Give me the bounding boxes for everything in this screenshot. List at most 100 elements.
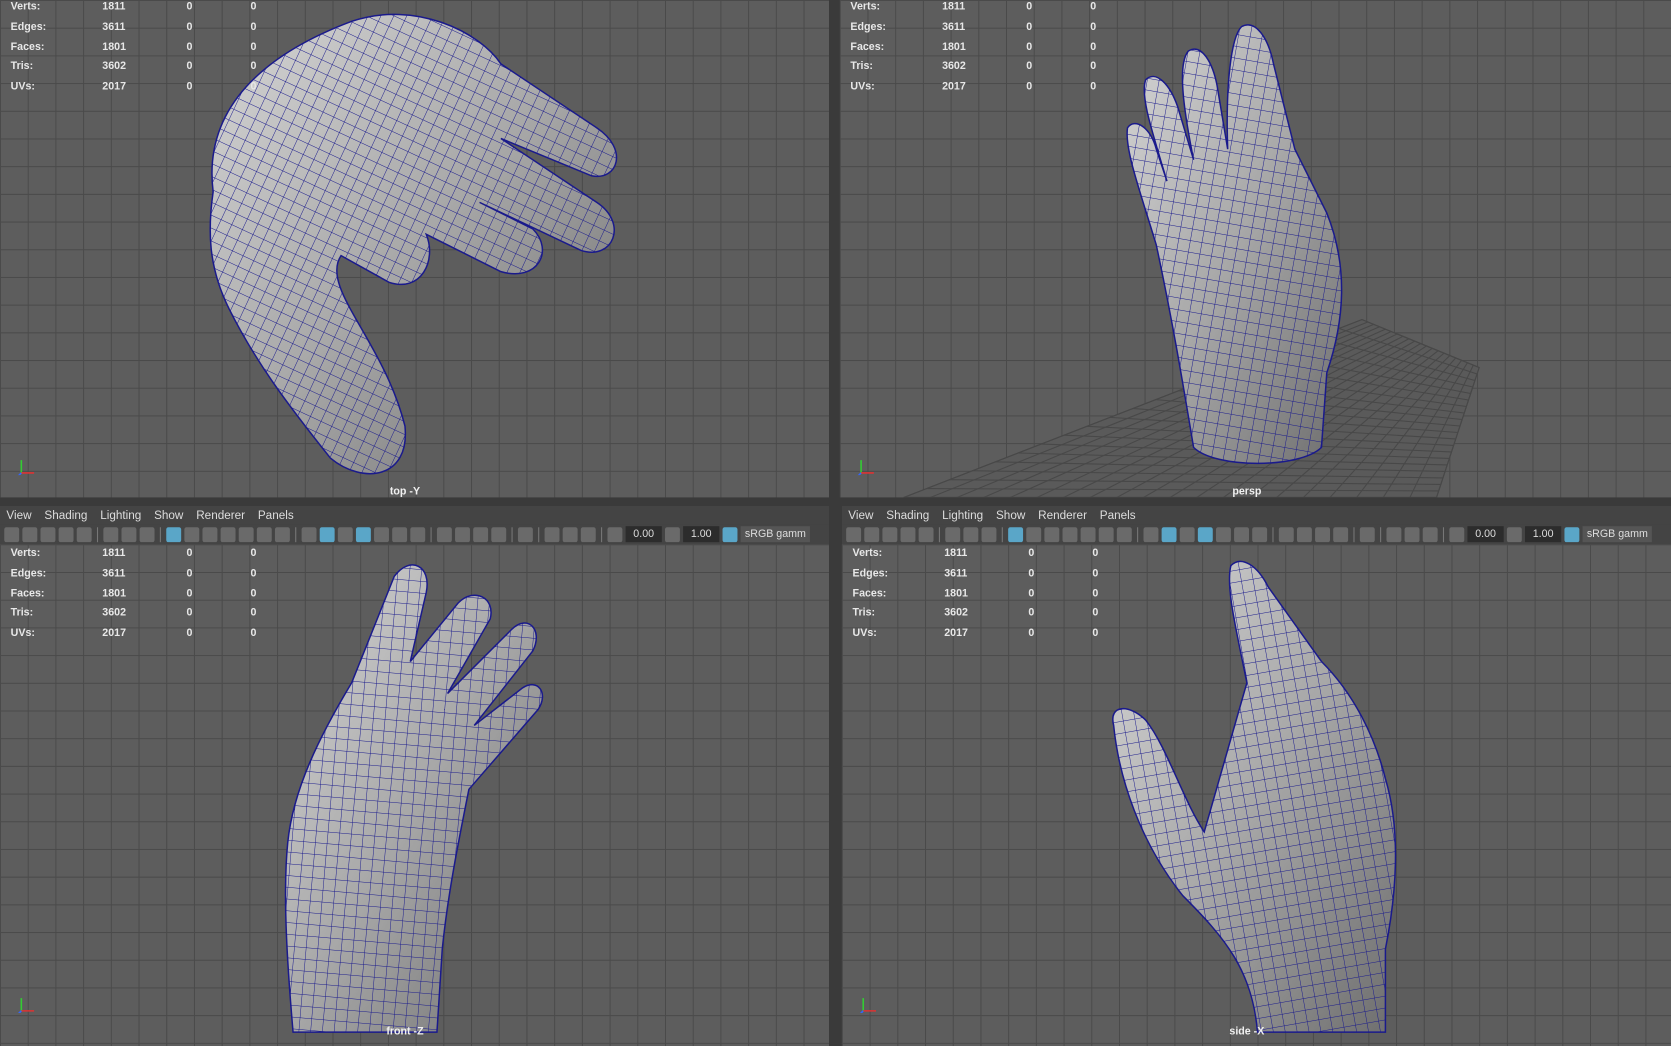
use-lights-icon[interactable] (392, 526, 408, 542)
gate-mask-icon[interactable] (1404, 526, 1420, 542)
gamma-field[interactable]: 1.00 (683, 526, 720, 543)
xray-icon[interactable] (301, 526, 317, 542)
menu-lighting[interactable]: Lighting (936, 509, 990, 522)
grid-icon[interactable] (945, 526, 961, 542)
gate-mask-icon[interactable] (562, 526, 578, 542)
exposure-icon[interactable] (607, 526, 623, 542)
hud-icon[interactable] (1386, 526, 1402, 542)
isolate-icon[interactable] (1161, 526, 1177, 542)
wireframe-on-shaded-icon[interactable] (355, 526, 371, 542)
bookmark-icon[interactable] (900, 526, 916, 542)
menu-shading[interactable]: Shading (880, 509, 936, 522)
flat-shade-icon[interactable] (202, 526, 218, 542)
flat-shade-icon[interactable] (1044, 526, 1060, 542)
xray-joints-icon[interactable] (1179, 526, 1195, 542)
safe-area-icon[interactable] (1422, 526, 1438, 542)
lock-camera-icon[interactable] (864, 526, 880, 542)
ssao-icon[interactable] (1252, 526, 1268, 542)
menu-panels[interactable]: Panels (1093, 509, 1142, 522)
smooth-shade-icon[interactable] (184, 526, 200, 542)
hud-b: 0 (250, 547, 257, 560)
color-mgmt-icon[interactable] (722, 526, 738, 542)
toolbar-separator (1353, 526, 1355, 542)
backface-icon[interactable] (1215, 526, 1231, 542)
exposure-field[interactable]: 0.00 (1467, 526, 1504, 543)
viewport-persp[interactable]: Verts: 1811 0 0 Edges: 3611 0 0 Faces: 1801 0 0 Tris… (839, 0, 1671, 498)
camera-icon[interactable] (846, 526, 862, 542)
motion-blur-icon[interactable] (436, 526, 452, 542)
xray-icon[interactable] (1143, 526, 1159, 542)
viewport-front[interactable]: Verts: 1811 0 0 Edges: 3611 0 0 Faces: 1801 0 0 Tris… (0, 544, 830, 1046)
ambient-occlusion-icon[interactable] (274, 526, 290, 542)
menu-view[interactable]: View (842, 509, 880, 522)
gamma-icon[interactable] (1506, 526, 1522, 542)
ambient-occlusion-icon[interactable] (1116, 526, 1132, 542)
toolbar-separator (601, 526, 603, 542)
ssao-icon[interactable] (410, 526, 426, 542)
isolate-select-icon[interactable] (1333, 526, 1349, 542)
camera-attr-icon[interactable] (882, 526, 898, 542)
viewport-top[interactable]: Verts: 1811 0 0 Edges: 3611 0 0 Faces: 1801 0 0 Tris… (0, 0, 830, 498)
image-plane-icon[interactable] (76, 526, 92, 542)
grid-icon[interactable] (103, 526, 119, 542)
multisample-icon[interactable] (1296, 526, 1312, 542)
lock-camera-icon[interactable] (22, 526, 38, 542)
resolution-gate-icon[interactable] (981, 526, 997, 542)
menu-panels[interactable]: Panels (251, 509, 300, 522)
menu-renderer[interactable]: Renderer (190, 509, 252, 522)
smooth-shade-icon[interactable] (1026, 526, 1042, 542)
color-space-dropdown[interactable]: sRGB gamm (740, 526, 811, 543)
lights-icon[interactable] (1080, 526, 1096, 542)
exposure-icon[interactable] (1449, 526, 1465, 542)
depth-of-field-icon[interactable] (473, 526, 489, 542)
film-gate-icon[interactable] (963, 526, 979, 542)
gamma-field[interactable]: 1.00 (1525, 526, 1562, 543)
camera-attr-icon[interactable] (40, 526, 56, 542)
hud-a: 0 (186, 587, 193, 600)
select-highlight-icon[interactable] (517, 526, 533, 542)
hud-icon[interactable] (544, 526, 560, 542)
shadows-icon[interactable] (1098, 526, 1114, 542)
hud-value: 1801 (944, 587, 968, 600)
lights-icon[interactable] (238, 526, 254, 542)
depth-of-field-icon[interactable] (1315, 526, 1330, 542)
film-gate-icon[interactable] (121, 526, 137, 542)
gamma-icon[interactable] (664, 526, 680, 542)
motion-blur-icon[interactable] (1278, 526, 1294, 542)
wireframe-on-shaded-icon[interactable] (1197, 526, 1213, 542)
safe-area-icon[interactable] (580, 526, 596, 542)
hud-b: 0 (250, 61, 257, 73)
menu-show[interactable]: Show (990, 509, 1032, 522)
menu-view[interactable]: View (0, 509, 38, 522)
use-lights-icon[interactable] (1234, 526, 1250, 542)
multisample-icon[interactable] (455, 526, 470, 542)
textured-icon[interactable] (220, 526, 236, 542)
hud-b: 0 (1092, 567, 1099, 580)
color-space-dropdown[interactable]: sRGB gamm (1582, 526, 1653, 543)
resolution-gate-icon[interactable] (139, 526, 155, 542)
toolbar-separator (938, 526, 940, 542)
menu-renderer[interactable]: Renderer (1032, 509, 1094, 522)
camera-icon[interactable] (4, 526, 20, 542)
pane-splitter-vertical[interactable] (829, 0, 840, 1046)
poly-count-hud: Verts: 1811 0 0 Edges: 3611 0 0 Faces: 1801 0 0 Tris… (850, 0, 1106, 100)
shadows-icon[interactable] (256, 526, 272, 542)
bookmark-icon[interactable] (58, 526, 74, 542)
color-mgmt-icon[interactable] (1564, 526, 1580, 542)
wireframe-icon[interactable] (1008, 526, 1024, 542)
viewport-side[interactable]: Verts: 1811 0 0 Edges: 3611 0 0 Faces: 1801 0 0 Tris… (841, 544, 1671, 1046)
menu-shading[interactable]: Shading (38, 509, 94, 522)
textured-icon[interactable] (1062, 526, 1078, 542)
image-plane-icon[interactable] (918, 526, 934, 542)
exposure-field[interactable]: 0.00 (625, 526, 662, 543)
menu-show[interactable]: Show (148, 509, 190, 522)
menu-lighting[interactable]: Lighting (94, 509, 148, 522)
pane-splitter-horizontal[interactable] (0, 497, 1671, 506)
select-highlight-icon[interactable] (1359, 526, 1375, 542)
hud-label: Edges: (10, 21, 47, 33)
backface-icon[interactable] (374, 526, 389, 542)
wireframe-icon[interactable] (166, 526, 182, 542)
xray-joints-icon[interactable] (337, 526, 353, 542)
isolate-select-icon[interactable] (491, 526, 507, 542)
isolate-icon[interactable] (319, 526, 335, 542)
